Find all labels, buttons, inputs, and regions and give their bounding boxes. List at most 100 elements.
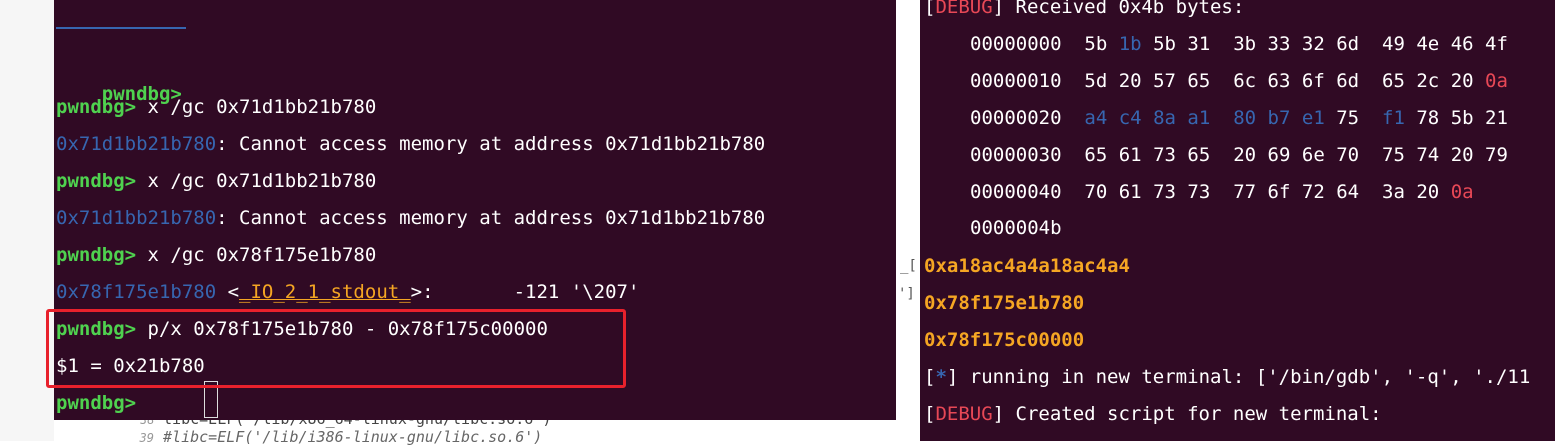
hex-byte: 6f [1301,70,1325,92]
hex-byte: c4 [1118,107,1142,129]
address-text: 0x78f175e1b780 [56,281,217,303]
prompt: pwndbg> [56,244,137,266]
info-tag: * [935,366,947,388]
log-text: ] Created script for new terminal: [992,403,1382,425]
hex-byte: 20 [1450,144,1474,166]
symbol-close: >: [410,281,434,303]
terminal-line: [DEBUG] Received 0x4b bytes: [924,0,1244,20]
hex-byte: 78 [1416,107,1440,129]
hex-byte: 65 [1187,144,1211,166]
error-text: : Cannot access memory at address 0x71d1… [216,207,766,229]
hex-byte: 1b [1118,33,1142,55]
hex-byte: 3b [1233,33,1257,55]
hex-byte: 0a [1485,70,1508,92]
hex-byte: b7 [1267,107,1291,129]
hex-byte: 5b [1153,33,1176,55]
hex-byte: 64 [1336,181,1360,203]
hex-byte: 75 [1336,107,1360,129]
hex-offset: 0000004b [970,217,1062,239]
terminal-line: [DEBUG] Created script for new terminal: [924,403,1382,425]
symbol-open: < [216,281,240,303]
hex-byte: 32 [1301,33,1325,55]
hex-byte: 46 [1450,33,1474,55]
terminal-line: [*] running in new terminal: ['/bin/gdb'… [924,366,1531,388]
text-fragment: _[ [900,258,917,274]
hexdump-row: 00000000 5b 1b 5b 31 3b 33 32 6d 49 4e 4… [970,31,1508,57]
command-text: x /gc 0x71d1bb21b780 [136,96,377,118]
hexdump-row: 00000030 65 61 73 65 20 69 6e 70 75 74 2… [970,142,1508,168]
pwntools-terminal[interactable]: [DEBUG] Received 0x4b bytes: 00000000 5b… [920,0,1555,441]
hex-byte: 79 [1485,144,1508,166]
command-text: x /gc 0x71d1bb21b780 [136,170,377,192]
hex-byte: 20 [1450,70,1474,92]
hex-byte: 73 [1153,181,1176,203]
hex-byte: 5b [1084,33,1108,55]
window-gap: _[ '] [896,0,920,441]
hex-byte: 75 [1382,144,1405,166]
leak-value: 0xa18ac4a4a18ac4a4 [924,255,1130,277]
log-text: ] running in new terminal: ['/bin/gdb', … [946,366,1531,388]
hex-byte: 65 [1084,144,1108,166]
hex-byte: 70 [1084,181,1108,203]
terminal-line: pwndbg> x /gc 0x78f175e1b780 [56,243,376,267]
hexdump-row: 00000010 5d 20 57 65 6c 63 6f 6d 65 2c 2… [970,68,1508,94]
hex-byte: 6d [1336,70,1360,92]
hex-byte: 21 [1485,107,1508,129]
hex-offset: 00000020 [970,107,1085,129]
hex-byte: 63 [1267,70,1291,92]
symbol-name: _IO_2_1_stdout_ [239,281,411,303]
hex-byte: 70 [1336,144,1360,166]
hex-byte: 31 [1187,33,1211,55]
hex-byte: 80 [1233,107,1257,129]
address-text: 0x71d1bb21b780 [56,133,217,155]
hex-byte: 72 [1301,181,1325,203]
leak-value: 0x78f175e1b780 [924,292,1085,314]
prompt: pwndbg> [56,96,137,118]
hex-byte: 6d [1336,33,1360,55]
hex-offset: 00000040 [970,181,1085,203]
hex-byte: 4f [1485,33,1508,55]
prompt: pwndbg> [56,170,137,192]
hexdump-row: 00000020 a4 c4 8a a1 80 b7 e1 75 f1 78 5… [970,105,1508,131]
hex-byte: 73 [1153,144,1176,166]
hex-offset: 00000030 [970,144,1085,166]
terminal-line: pwndbg> x /gc 0x71d1bb21b780 [56,169,376,193]
terminal-line: 0x71d1bb21b780: Cannot access memory at … [56,132,765,156]
error-text: : Cannot access memory at address 0x71d1… [216,133,766,155]
hex-byte: 6e [1301,144,1325,166]
hex-byte: 6c [1233,70,1257,92]
hex-byte: 4e [1416,33,1440,55]
hex-byte: 74 [1416,144,1440,166]
code-text: #libc=ELF('/lib/i386-linux-gnu/libc.so.6… [163,428,543,446]
hex-byte: 65 [1187,70,1211,92]
hex-byte: 2c [1416,70,1440,92]
hex-byte: 6f [1267,181,1291,203]
terminal-line: pwndbg> x /gc 0x71d1bb21b780 [56,95,376,119]
hex-byte: 61 [1118,144,1142,166]
hex-byte: 49 [1382,33,1405,55]
hex-byte: a1 [1187,107,1211,129]
text-fragment: '] [898,286,915,302]
hex-byte: 5d [1084,70,1108,92]
code-editor-peek: 38 libc=ELF('/lib/x86_64-linux-gnu/libc.… [54,410,920,446]
editor-line-39: 39 #libc=ELF('/lib/i386-linux-gnu/libc.s… [134,428,543,446]
hex-byte: 20 [1118,70,1142,92]
hex-byte: 73 [1187,181,1211,203]
hex-byte: 77 [1233,181,1257,203]
terminal-line: pwndbg> [56,58,182,105]
hex-byte: 57 [1153,70,1176,92]
hex-byte: 5b [1450,107,1474,129]
log-text: ] Received 0x4b bytes: [992,0,1245,18]
debug-tag: DEBUG [935,0,993,18]
prompt: pwndbg> [56,392,137,414]
hex-byte: 20 [1416,181,1440,203]
command-text: x /gc 0x78f175e1b780 [136,244,377,266]
divider-rule [56,27,186,29]
terminal-line: 0x71d1bb21b780: Cannot access memory at … [56,206,765,230]
hex-byte: 8a [1153,107,1176,129]
terminal-line: 0000004b [970,215,1062,241]
hex-byte: 61 [1118,181,1142,203]
hex-byte: 3a [1382,181,1405,203]
hex-offset: 00000000 [970,33,1085,55]
terminal-line: pwndbg> [56,391,136,415]
